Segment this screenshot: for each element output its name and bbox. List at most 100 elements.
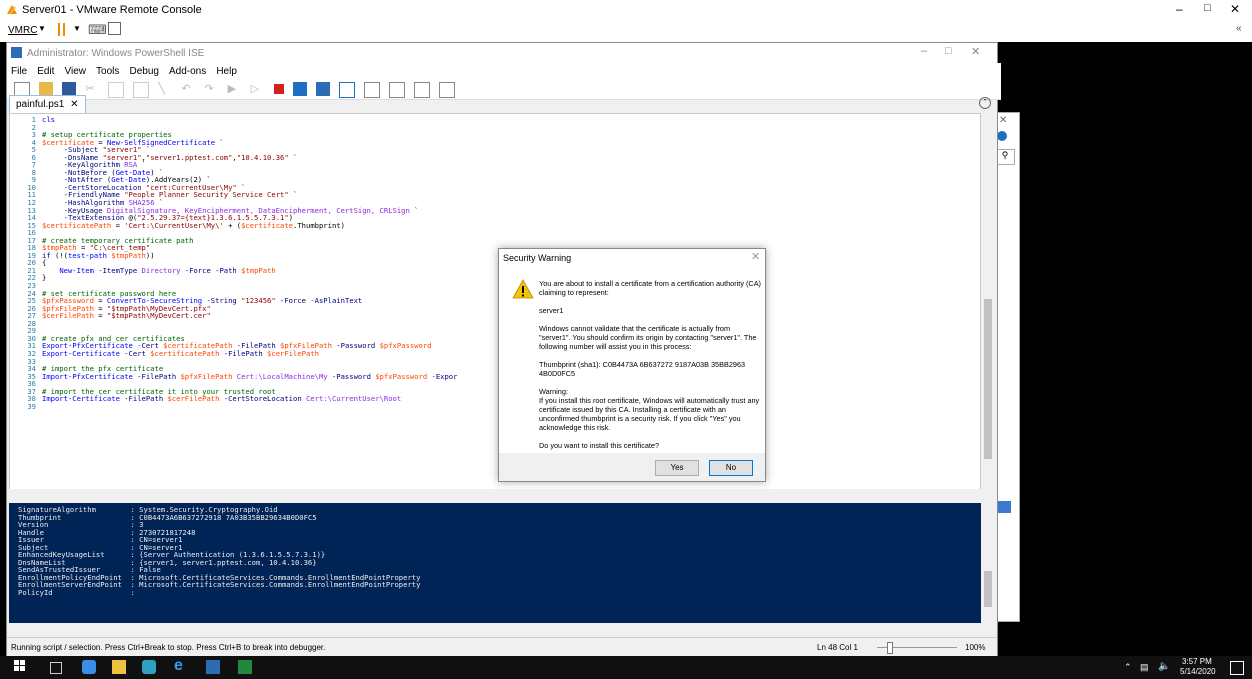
tab-close-icon[interactable]: ✕ <box>70 99 78 110</box>
powershell-icon <box>11 47 22 58</box>
terminal-taskbar-icon[interactable] <box>238 660 252 674</box>
console-horizontal-scrollbar[interactable] <box>9 623 981 635</box>
help-icon[interactable] <box>997 131 1007 141</box>
vmrc-toolbar: VMRC ▼ ▼ ⌨ « <box>0 20 1252 43</box>
close-button[interactable]: ✕ <box>1230 2 1240 16</box>
vmrc-titlebar: Server01 - VMware Remote Console – □ ✕ <box>0 0 1252 20</box>
collapse-pane-icon[interactable]: ⌃ <box>979 97 991 109</box>
menu-edit[interactable]: Edit <box>37 66 54 77</box>
yes-button[interactable]: Yes <box>655 460 699 476</box>
console-output: SignatureAlgorithm : System.Security.Cry… <box>18 505 421 598</box>
collapse-icon[interactable]: « <box>1236 23 1242 34</box>
no-button[interactable]: No <box>709 460 753 476</box>
internet-explorer-icon[interactable]: e <box>174 657 188 674</box>
network-tray-icon[interactable]: ▤ <box>1140 662 1149 673</box>
dialog-title: Security Warning <box>503 253 572 263</box>
dialog-close-button[interactable]: ✕ <box>751 250 760 263</box>
dialog-footer: Yes No <box>499 453 765 481</box>
menu-addons[interactable]: Add-ons <box>169 66 206 77</box>
fullscreen-icon[interactable] <box>108 22 121 35</box>
menu-debug[interactable]: Debug <box>129 66 158 77</box>
script-editor[interactable]: 1 2 3 4 5 6 7 8 9 10 11 12 13 14 15 16 1… <box>9 113 981 491</box>
console-scroll-thumb[interactable] <box>984 571 992 607</box>
menu-view[interactable]: View <box>64 66 86 77</box>
paste-icon[interactable] <box>133 82 150 98</box>
notification-icon[interactable] <box>1230 661 1244 675</box>
volume-icon[interactable]: 🔈 <box>1158 661 1170 672</box>
vmrc-menu-button[interactable]: VMRC <box>8 25 37 36</box>
save-icon[interactable] <box>62 82 77 96</box>
file-explorer-icon[interactable] <box>112 660 126 674</box>
copy-icon[interactable] <box>108 82 125 98</box>
dialog-body: You are about to install a certificate f… <box>539 279 761 459</box>
pause-icon[interactable] <box>58 23 60 36</box>
clear-icon[interactable]: ╲ <box>158 82 172 96</box>
editor-horizontal-scrollbar[interactable] <box>9 489 981 501</box>
menu-file[interactable]: File <box>11 66 27 77</box>
dialog-warning-text: Warning: If you install this root certif… <box>539 387 760 432</box>
task-view-icon[interactable] <box>50 662 62 674</box>
run-icon[interactable]: ▶ <box>228 82 242 96</box>
network-icon[interactable] <box>142 660 156 674</box>
open-folder-icon[interactable] <box>39 82 54 96</box>
console-pane[interactable]: SignatureAlgorithm : System.Security.Cry… <box>9 503 981 623</box>
dialog-intro-text: You are about to install a certificate f… <box>539 279 761 297</box>
powershell-ise-taskbar-icon[interactable] <box>206 660 220 674</box>
show-script-top-icon[interactable] <box>338 82 355 98</box>
show-command-addon-icon[interactable] <box>439 82 456 98</box>
dialog-thumbprint-text: Thumbprint (sha1): C0B4473A 6B637272 918… <box>539 360 746 378</box>
clock-date[interactable]: 5/14/2020 <box>1180 667 1216 676</box>
ise-titlebar: Administrator: Windows PowerShell ISE – … <box>7 43 997 63</box>
menu-tools[interactable]: Tools <box>96 66 119 77</box>
warning-icon <box>512 279 534 299</box>
menu-help[interactable]: Help <box>216 66 237 77</box>
status-text: Running script / selection. Press Ctrl+B… <box>11 643 326 652</box>
minimize-button[interactable]: – <box>1176 2 1183 16</box>
zoom-slider-thumb[interactable] <box>887 642 893 654</box>
run-selection-icon[interactable]: ▷ <box>251 82 265 96</box>
show-command-window-icon[interactable] <box>414 82 431 98</box>
ise-window-title: Administrator: Windows PowerShell ISE <box>27 48 205 59</box>
dialog-question-text: Do you want to install this certificate? <box>539 441 660 450</box>
show-script-max-icon[interactable] <box>389 82 405 98</box>
server-manager-icon[interactable] <box>82 660 96 674</box>
maximize-button[interactable]: □ <box>1204 2 1211 14</box>
undo-icon[interactable]: ↶ <box>181 82 195 96</box>
cursor-position: Ln 48 Col 1 <box>817 643 858 652</box>
redo-icon[interactable]: ↷ <box>205 82 219 96</box>
search-icon[interactable]: ⚲ <box>995 149 1015 165</box>
cut-icon[interactable]: ✂ <box>85 82 99 96</box>
ise-close-button[interactable]: ✕ <box>971 45 980 58</box>
tab-painful-ps1[interactable]: painful.ps1 ✕ <box>9 95 86 114</box>
pause-dropdown-icon[interactable]: ▼ <box>73 24 81 33</box>
stop-icon[interactable] <box>273 84 284 94</box>
clock-time[interactable]: 3:57 PM <box>1182 657 1212 666</box>
console-vertical-scrollbar[interactable] <box>981 503 995 623</box>
ise-maximize-button[interactable]: □ <box>945 45 952 57</box>
chevron-down-icon[interactable]: ▼ <box>38 24 46 33</box>
ise-menubar: File Edit View Tools Debug Add-ons Help <box>7 63 1001 79</box>
remote-powershell-icon[interactable] <box>292 82 307 96</box>
editor-scroll-thumb[interactable] <box>984 299 992 459</box>
show-script-right-icon[interactable] <box>363 82 380 98</box>
close-icon[interactable]: ✕ <box>999 115 1007 126</box>
powershell-console-icon[interactable] <box>315 82 330 96</box>
taskbar: e ⌃ ▤ 🔈 3:57 PM 5/14/2020 <box>0 656 1252 679</box>
dialog-validation-text: Windows cannot validate that the certifi… <box>539 324 757 351</box>
tray-chevron-icon[interactable]: ⌃ <box>1124 662 1132 673</box>
dialog-subject-text: server1 <box>539 306 564 315</box>
send-keys-icon[interactable]: ⌨ <box>88 22 107 38</box>
vmware-logo-icon <box>7 5 17 15</box>
line-numbers: 1 2 3 4 5 6 7 8 9 10 11 12 13 14 15 16 1… <box>27 115 36 411</box>
windows-start-icon[interactable] <box>14 660 28 674</box>
ise-statusbar: Running script / selection. Press Ctrl+B… <box>7 637 997 658</box>
script-code[interactable]: cls # setup certificate properties $cert… <box>42 116 457 403</box>
editor-vertical-scrollbar[interactable] <box>981 113 995 489</box>
pause-icon-bar <box>63 23 65 36</box>
vmrc-window-title: Server01 - VMware Remote Console <box>22 4 202 16</box>
ise-minimize-button[interactable]: – <box>921 45 927 57</box>
ise-toolbar: ✂ ╲ ↶ ↷ ▶ ▷ <box>7 79 1001 100</box>
zoom-level: 100% <box>965 643 986 652</box>
security-warning-dialog: Security Warning ✕ You are about to inst… <box>498 248 766 482</box>
tab-label: painful.ps1 <box>16 99 65 110</box>
